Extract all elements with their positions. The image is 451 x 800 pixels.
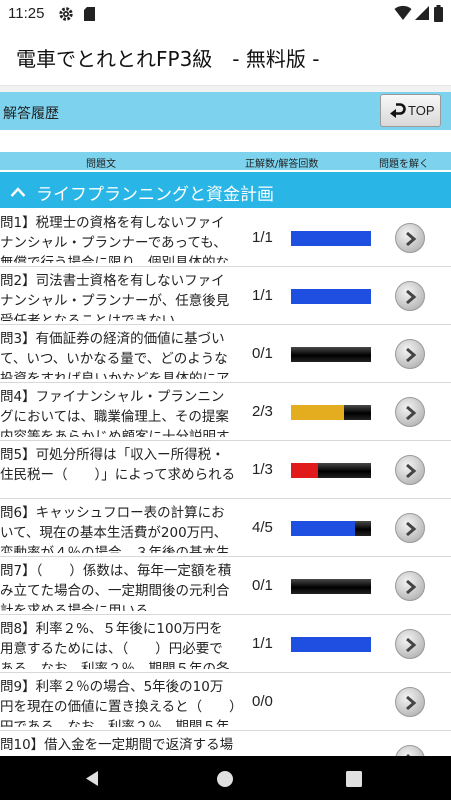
question-text: 問7】（ ）係数は、毎年一定額を積み立てた場合の、一定期間後の元利合計を求める場… <box>0 563 232 611</box>
chevron-right-icon <box>406 521 417 537</box>
progress-bar <box>291 347 371 362</box>
progress-bar <box>291 231 371 246</box>
question-row: 問5】可処分所得は「収入ー所得税・住民税ー（ ）」によって求められる 1/3 <box>0 441 451 499</box>
score-text: 0/1 <box>252 345 273 362</box>
score-text: 1/3 <box>252 461 273 478</box>
question-row: 問1】税理士の資格を有しないファイナンシャル・プランナーであっても、無償で行う場… <box>0 209 451 267</box>
history-bar: 解答履歴 TOP <box>0 92 451 130</box>
signal-icon <box>415 6 430 25</box>
back-icon[interactable] <box>84 770 100 791</box>
column-header-row: 問題文 正解数/解答回数 問題を解く <box>0 152 451 170</box>
spacer <box>0 130 451 152</box>
progress-bar <box>291 405 371 420</box>
battery-icon <box>434 5 443 26</box>
history-label: 解答履歴 <box>3 106 59 122</box>
solve-button[interactable] <box>395 629 425 659</box>
question-row: 問8】利率２%、５年後に100万円を用意するためには、（ ）円必要である。なお、… <box>0 615 451 673</box>
chevron-right-icon <box>406 231 417 247</box>
app-title-bar: 電車でとれとれFP3級 - 無料版 - <box>0 30 451 86</box>
chevron-right-icon <box>406 695 417 711</box>
progress-fill <box>291 463 318 478</box>
question-text: 問2】司法書士資格を有しないファイナンシャル・プランナーが、任意後見受任者となる… <box>0 273 230 321</box>
progress-bar <box>291 579 371 594</box>
return-arrow-icon <box>389 103 406 121</box>
solve-button[interactable] <box>395 687 425 717</box>
question-text: 問10】借入金を一定期間で返済する場合の毎年の返済額を求める場合に <box>0 737 234 753</box>
status-time: 11:25 <box>8 5 45 22</box>
question-row: 問4】ファイナンシャル・プランニングにおいては、職業倫理上、その提案内容等をあら… <box>0 383 451 441</box>
chevron-right-icon <box>406 289 417 305</box>
score-text: 2/3 <box>252 403 273 420</box>
column-header-solve: 問題を解く <box>379 159 429 170</box>
question-row: 問9】利率２％の場合、5年後の10万円を現在の価値に置き換えると（ ）円である。… <box>0 673 451 731</box>
question-row: 問6】キャッシュフロー表の計算において、現在の基本生活費が200万円、変動率が４… <box>0 499 451 557</box>
score-text: 0/0 <box>252 693 273 710</box>
progress-bar <box>291 637 371 652</box>
score-text: 1/1 <box>252 287 273 304</box>
navigation-bar <box>0 756 451 800</box>
score-text: 4/5 <box>252 519 273 536</box>
solve-button[interactable] <box>395 281 425 311</box>
question-text: 問1】税理士の資格を有しないファイナンシャル・プランナーであっても、無償で行う場… <box>0 215 229 263</box>
score-text: 1/1 <box>252 229 273 246</box>
question-text: 問3】有価証券の経済的価値に基づいて、いつ、いかなる量で、どのような投資をすれば… <box>0 331 230 379</box>
progress-fill <box>291 405 345 420</box>
question-list: 問1】税理士の資格を有しないファイナンシャル・プランナーであっても、無償で行う場… <box>0 209 451 756</box>
wifi-icon <box>394 5 412 25</box>
top-button-label: TOP <box>408 103 435 118</box>
gear-icon <box>58 6 74 26</box>
recents-icon[interactable] <box>346 771 362 791</box>
chevron-right-icon <box>406 579 417 595</box>
question-text: 問6】キャッシュフロー表の計算において、現在の基本生活費が200万円、変動率が４… <box>0 505 230 553</box>
solve-button[interactable] <box>395 339 425 369</box>
status-bar: 11:25 <box>0 0 451 30</box>
column-header-score: 正解数/解答回数 <box>245 159 319 170</box>
progress-fill <box>291 231 371 246</box>
progress-bar <box>291 463 371 478</box>
chevron-right-icon <box>406 463 417 479</box>
solve-button[interactable] <box>395 397 425 427</box>
top-button[interactable]: TOP <box>380 94 441 127</box>
solve-button[interactable] <box>395 513 425 543</box>
chevron-right-icon <box>406 637 417 653</box>
progress-fill <box>291 289 371 304</box>
question-text: 問5】可処分所得は「収入ー所得税・住民税ー（ ）」によって求められる <box>0 447 236 483</box>
question-text: 問4】ファイナンシャル・プランニングにおいては、職業倫理上、その提案内容等をあら… <box>0 389 230 437</box>
progress-fill <box>291 637 371 652</box>
progress-fill <box>291 521 355 536</box>
solve-button[interactable] <box>395 571 425 601</box>
section-header[interactable]: ライフプランニングと資金計画 <box>0 172 451 208</box>
solve-button[interactable] <box>395 745 425 756</box>
app-title: 電車でとれとれFP3級 - 無料版 - <box>16 47 320 71</box>
question-row: 問7】（ ）係数は、毎年一定額を積み立てた場合の、一定期間後の元利合計を求める場… <box>0 557 451 615</box>
section-title: ライフプランニングと資金計画 <box>36 185 274 205</box>
progress-bar <box>291 521 371 536</box>
question-text: 問8】利率２%、５年後に100万円を用意するためには、（ ）円必要である。なお、… <box>0 621 230 669</box>
chevron-right-icon <box>406 347 417 363</box>
chevron-right-icon <box>406 405 417 421</box>
question-row: 問10】借入金を一定期間で返済する場合の毎年の返済額を求める場合に <box>0 731 451 756</box>
progress-bar <box>291 289 371 304</box>
solve-button[interactable] <box>395 223 425 253</box>
question-text: 問9】利率２％の場合、5年後の10万円を現在の価値に置き換えると（ ）円である。… <box>0 679 236 727</box>
score-text: 0/1 <box>252 577 273 594</box>
sd-card-icon <box>83 6 96 26</box>
home-icon[interactable] <box>216 770 234 792</box>
solve-button[interactable] <box>395 455 425 485</box>
question-row: 問3】有価証券の経済的価値に基づいて、いつ、いかなる量で、どのような投資をすれば… <box>0 325 451 383</box>
column-header-question: 問題文 <box>86 159 116 170</box>
score-text: 1/1 <box>252 635 273 652</box>
question-row: 問2】司法書士資格を有しないファイナンシャル・プランナーが、任意後見受任者となる… <box>0 267 451 325</box>
chevron-up-icon[interactable] <box>10 183 26 202</box>
